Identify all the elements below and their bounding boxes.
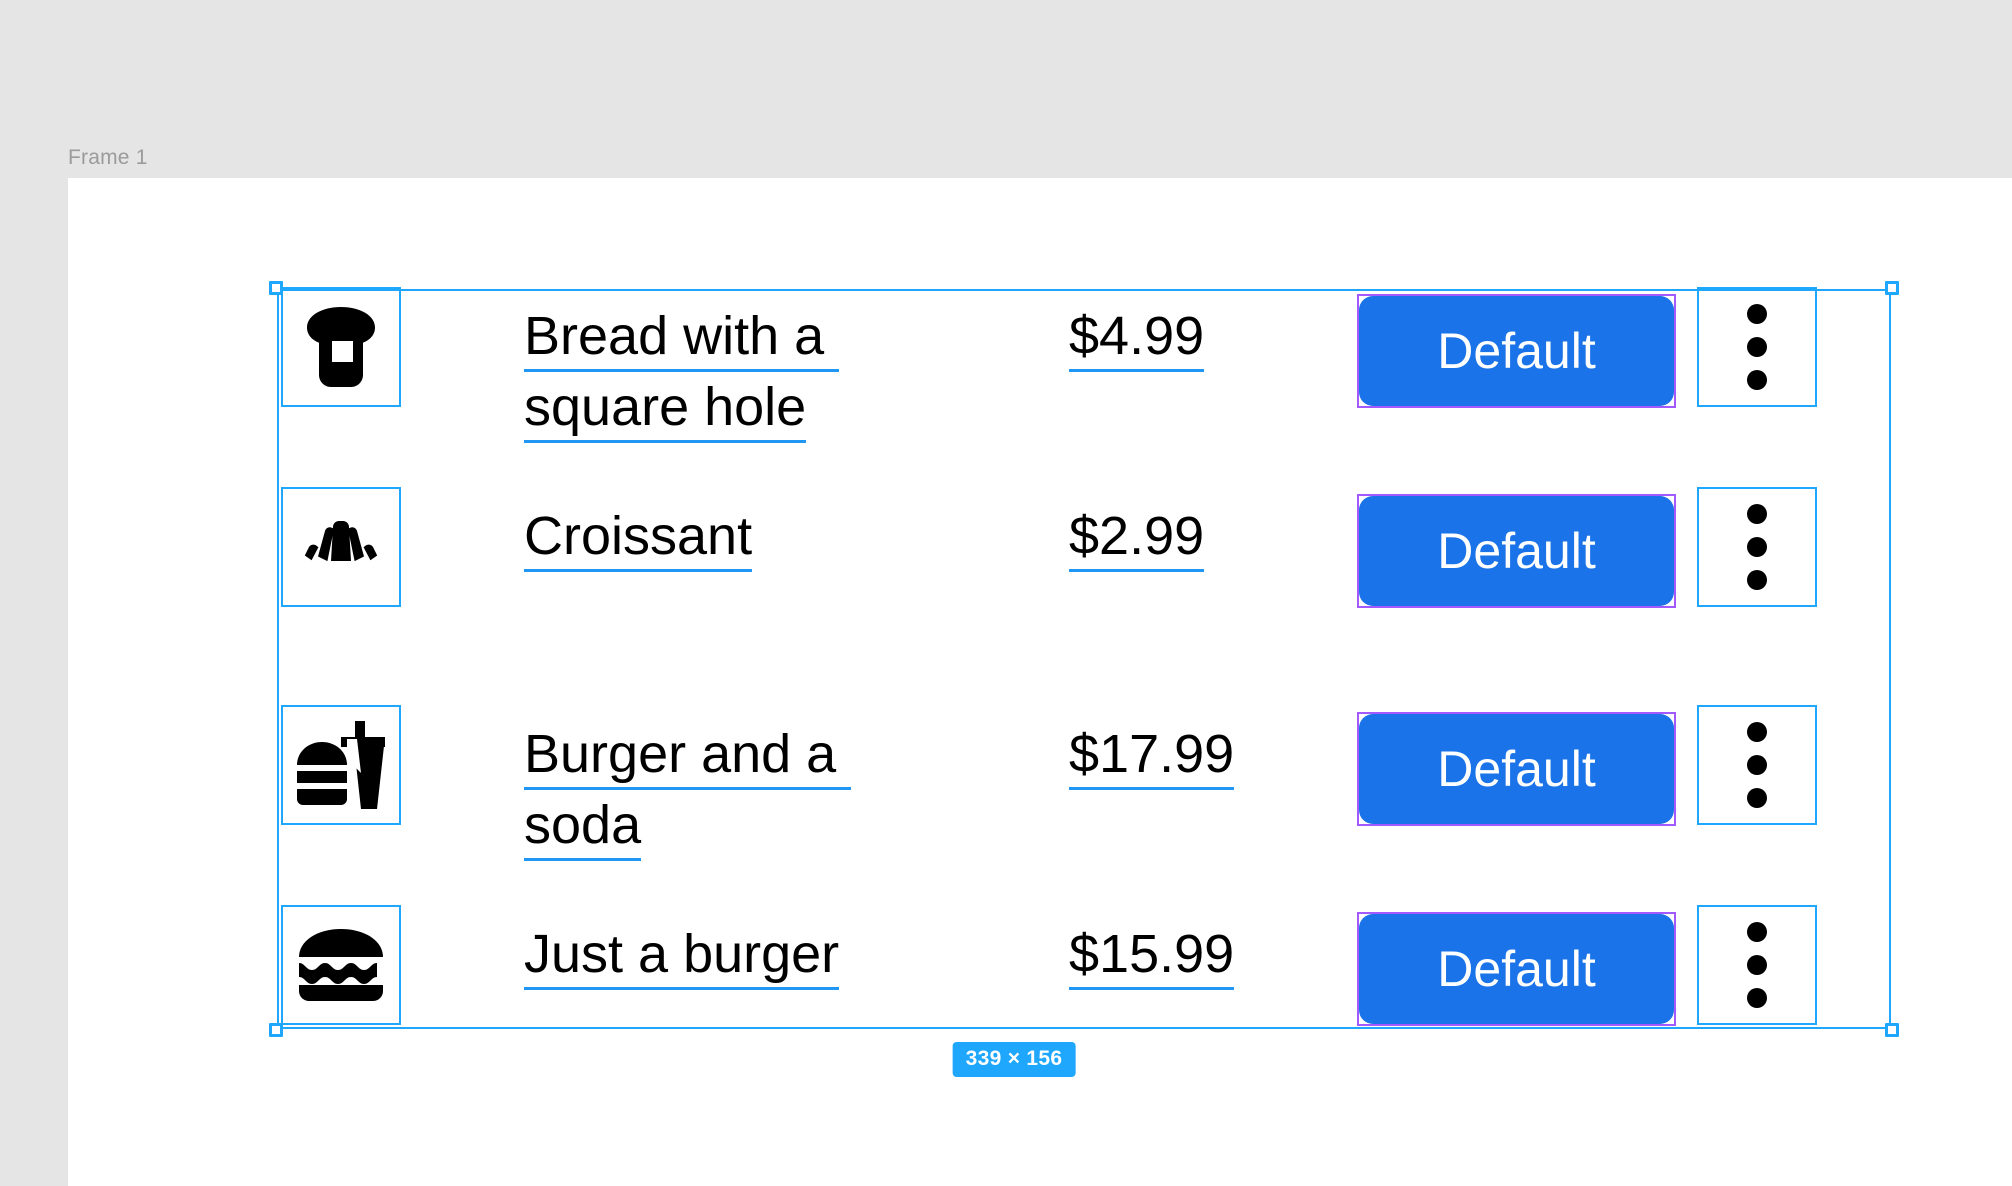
hamburger-icon (281, 905, 401, 1025)
product-name-line: square hole (524, 374, 807, 443)
list-item[interactable]: Bread with a square hole $4.99 Default (277, 287, 1891, 489)
default-button[interactable]: Default (1359, 914, 1674, 1024)
product-name[interactable]: Just a burger (524, 907, 1069, 992)
list-item[interactable]: Just a burger $15.99 Default (277, 905, 1891, 1029)
price-value: $4.99 (1069, 303, 1205, 372)
action-button-cell: Default (1357, 489, 1679, 608)
more-vertical-dots (1747, 922, 1767, 1008)
figma-canvas[interactable]: Frame 1 Bread with a square hole $4.99 D… (0, 0, 2012, 1186)
action-button-cell: Default (1357, 707, 1679, 826)
default-button[interactable]: Default (1359, 714, 1674, 824)
bread-slice-icon (281, 287, 401, 407)
product-name[interactable]: Bread with a square hole (524, 289, 1069, 445)
more-vertical-dots (1747, 504, 1767, 590)
more-vertical-icon[interactable] (1697, 287, 1817, 407)
product-name-line: Just a burger (524, 921, 840, 990)
more-vertical-icon[interactable] (1697, 487, 1817, 607)
more-vertical-dots (1747, 722, 1767, 808)
price-value: $2.99 (1069, 503, 1205, 572)
price-value: $17.99 (1069, 721, 1235, 790)
action-button-cell: Default (1357, 907, 1679, 1026)
product-name-line: Burger and a (524, 721, 852, 790)
component-instance-outline: Default (1357, 712, 1676, 826)
list-item[interactable]: Burger and a soda $17.99 Default (277, 705, 1891, 907)
product-price[interactable]: $2.99 (1069, 489, 1359, 572)
dimension-badge: 339 × 156 (952, 1042, 1076, 1077)
product-name-line: soda (524, 792, 642, 861)
product-name-line: Bread with a (524, 303, 840, 372)
product-list: Bread with a square hole $4.99 Default C… (277, 287, 1891, 1029)
default-button[interactable]: Default (1359, 496, 1674, 606)
product-name[interactable]: Burger and a soda (524, 707, 1069, 863)
more-vertical-icon[interactable] (1697, 705, 1817, 825)
default-button[interactable]: Default (1359, 296, 1674, 406)
component-instance-outline: Default (1357, 494, 1676, 608)
product-price[interactable]: $17.99 (1069, 707, 1359, 790)
more-vertical-icon[interactable] (1697, 905, 1817, 1025)
product-name-line: Croissant (524, 503, 753, 572)
component-instance-outline: Default (1357, 912, 1676, 1026)
more-vertical-dots (1747, 304, 1767, 390)
product-price[interactable]: $4.99 (1069, 289, 1359, 372)
fast-food-icon (281, 705, 401, 825)
action-button-cell: Default (1357, 289, 1679, 408)
component-instance-outline: Default (1357, 294, 1676, 408)
frame-label[interactable]: Frame 1 (68, 146, 148, 170)
product-name[interactable]: Croissant (524, 489, 1069, 574)
list-item[interactable]: Croissant $2.99 Default (277, 487, 1891, 707)
product-price[interactable]: $15.99 (1069, 907, 1359, 990)
price-value: $15.99 (1069, 921, 1235, 990)
croissant-icon (281, 487, 401, 607)
